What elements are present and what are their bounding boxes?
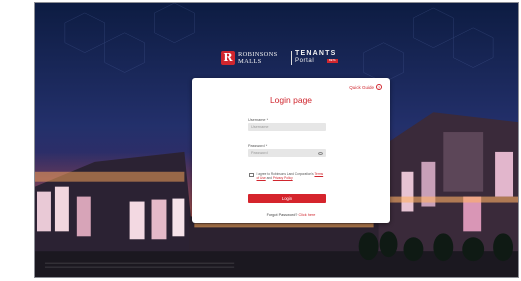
password-placeholder: Password xyxy=(251,151,268,155)
agree-checkbox[interactable] xyxy=(249,172,254,177)
quick-guide-label: Quick Guide xyxy=(349,84,374,90)
forgot-password-text: Forgot Password? xyxy=(266,213,298,217)
logo-tenants-text: TENANTS xyxy=(295,50,337,57)
login-card: Quick Guide ? Login page Username * User… xyxy=(192,78,390,223)
forgot-password-link[interactable]: Click here xyxy=(298,213,315,217)
logo-brand-line1: ROBINSONS xyxy=(238,51,278,58)
username-placeholder: Username xyxy=(251,125,269,129)
agree-text: I agree to Robinsons Land Corporation's … xyxy=(257,172,327,180)
agree-and: and xyxy=(266,176,272,181)
page-title: Login page xyxy=(269,95,313,105)
logo-divider xyxy=(291,51,292,65)
eye-icon[interactable] xyxy=(318,151,323,155)
logo-portal-text: Portal xyxy=(295,58,315,64)
logo-brand-text: ROBINSONS MALLS xyxy=(238,51,278,65)
robinsons-r-logo-icon: R xyxy=(221,51,235,65)
terms-agreement: I agree to Robinsons Land Corporation's … xyxy=(249,172,327,180)
forgot-password: Forgot Password? Click here xyxy=(192,213,390,217)
quick-guide-link[interactable]: Quick Guide ? xyxy=(349,84,382,90)
privacy-policy-link[interactable]: Privacy Policy xyxy=(273,176,293,180)
question-icon: ? xyxy=(376,84,382,90)
login-button[interactable]: Login xyxy=(248,194,326,203)
logo-brand-line2: MALLS xyxy=(238,58,262,65)
password-label: Password * xyxy=(248,144,268,148)
username-label: Username * xyxy=(248,118,269,122)
password-input[interactable]: Password xyxy=(248,149,326,157)
logo-beta-badge: BETA xyxy=(327,59,338,63)
browser-viewport: R ROBINSONS MALLS TENANTS Portal BETA Qu… xyxy=(34,2,519,278)
username-input[interactable]: Username xyxy=(248,123,326,131)
